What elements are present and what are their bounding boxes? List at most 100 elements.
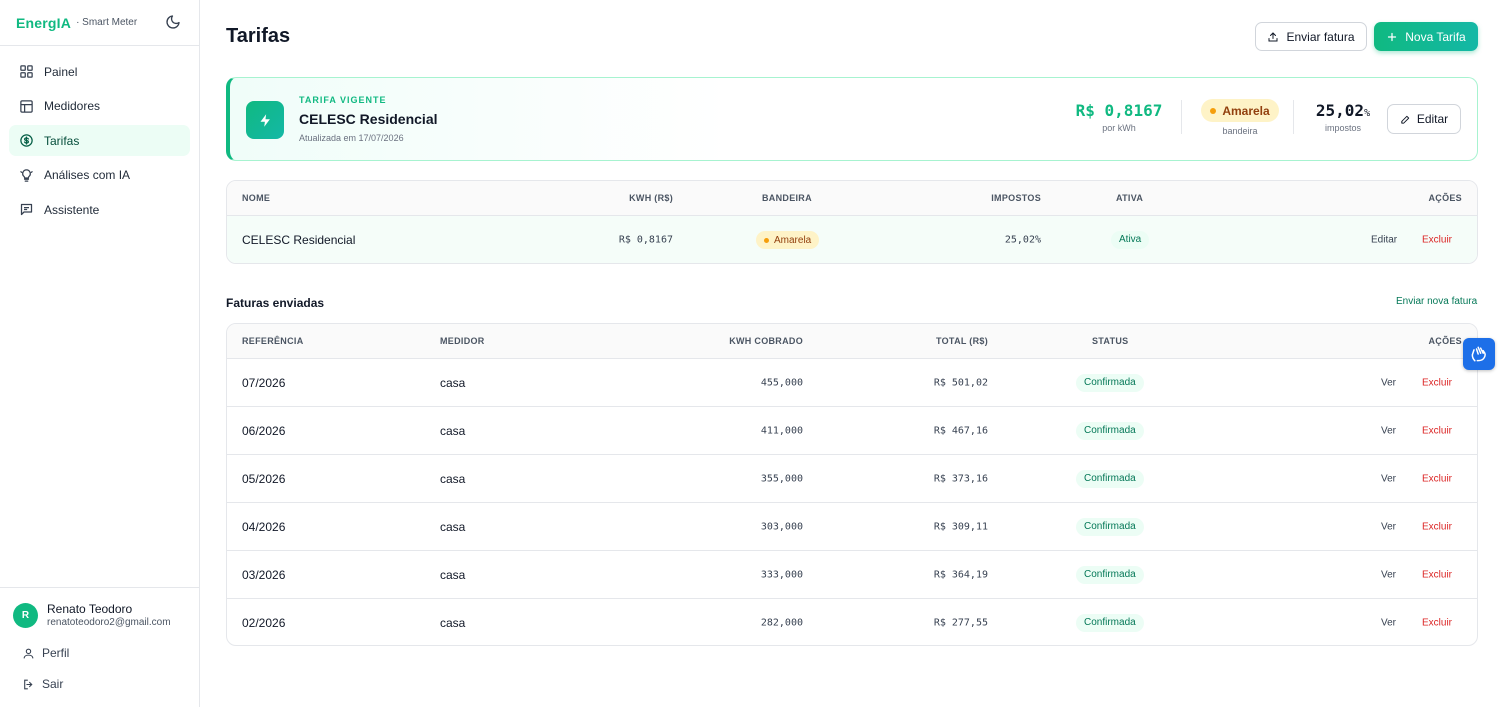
status-badge: Confirmada [1076,517,1144,536]
sidebar-item-label: Assistente [44,202,100,217]
logout-icon [24,679,33,689]
table-row: 03/2026 casa 333,000 R$ 364,19 Confirmada Ver… [227,551,1477,599]
delete-link[interactable]: Excluir [1422,235,1452,246]
invoice-kwh: 303,000 [760,521,803,532]
profile-link[interactable]: Perfil [22,646,69,660]
table-row: 06/2026 casa 411,000 R$ 467,16 Confirmada Ver… [227,407,1477,455]
invoice-ref: 03/2026 [242,567,286,582]
col-actions: AÇÕES [1428,336,1462,346]
current-tariff-name: CELESC Residencial [299,111,438,127]
flag-value: Amarela [1222,103,1270,118]
col-name: NOME [242,193,271,203]
tariffs-table: NOME KWH (R$) BANDEIRA IMPOSTOS ATIVA AÇ… [226,180,1478,264]
view-link[interactable]: Ver [1381,618,1396,629]
sidebar-item-label: Análises com IA [44,168,131,182]
user-block: R Renato Teodoro renatoteodoro2@gmail.co… [0,587,199,707]
delete-link[interactable]: Excluir [1422,425,1452,436]
flag-caption: bandeira [1222,126,1258,136]
flag-badge: Amarela [756,231,820,249]
view-link[interactable]: Ver [1381,521,1396,532]
bolt-badge [246,101,284,139]
invoice-meter: casa [440,519,466,534]
upload-icon [1268,31,1278,41]
avatar[interactable]: R [13,603,38,628]
view-link[interactable]: Ver [1381,569,1396,580]
flag-stat: Amarela bandeira [1195,99,1285,136]
taxes-stat: 25,02% impostos [1308,101,1378,133]
invoice-ref: 07/2026 [242,375,286,390]
delete-link[interactable]: Excluir [1422,473,1452,484]
taxes-caption: impostos [1324,123,1361,133]
divider [1181,100,1182,134]
status-badge: Confirmada [1076,614,1144,632]
delete-link[interactable]: Excluir [1422,618,1452,629]
price-stat: R$ 0,8167 por kWh [1069,101,1169,133]
invoice-ref: 05/2026 [242,471,286,486]
sign-language-icon [1471,346,1486,362]
invoice-rows: 07/2026 casa 455,000 R$ 501,02 Confirmada Ver… [227,359,1477,645]
new-tariff-button[interactable]: Nova Tarifa [1374,22,1478,51]
current-tariff-label: TARIFA VIGENTE [299,95,387,105]
upload-invoice-label: Enviar fatura [1286,29,1355,44]
sidebar-item-analises[interactable]: Análises com IA [9,160,190,191]
col-active: ATIVA [1116,193,1144,203]
status-badge: Confirmada [1076,565,1144,584]
invoice-ref: 04/2026 [242,519,286,534]
sidebar-item-label: Medidores [44,99,101,113]
view-link[interactable]: Ver [1381,425,1396,436]
user-email: renatoteodoro2@gmail.com [47,617,171,628]
logout-label: Sair [42,677,64,691]
sidebar-item-tarifas[interactable]: Tarifas [9,125,190,156]
accessibility-button[interactable] [1463,338,1495,370]
table-row: 02/2026 casa 282,000 R$ 277,55 Confirmada Ver… [227,599,1477,645]
upload-invoice-button[interactable]: Enviar fatura [1255,22,1367,51]
flag-dot-icon [1210,107,1217,114]
tariff-taxes: 25,02% [1004,234,1041,246]
invoices-table: REFERÊNCIA MEDIDOR KWH COBRADO TOTAL (R$… [226,323,1478,646]
status-badge: Confirmada [1076,469,1144,488]
flag-dot-icon [764,237,769,243]
taxes-value: 25,02 [1315,101,1365,120]
sidebar-item-painel[interactable]: Painel [9,56,190,87]
tariff-name: CELESC Residencial [242,233,356,247]
send-invoice-link[interactable]: Enviar nova fatura [1396,296,1477,307]
invoice-ref: 02/2026 [242,616,286,630]
invoices-title: Faturas enviadas [226,296,325,310]
status-badge: Confirmada [1076,373,1144,392]
invoice-total: R$ 467,16 [933,425,988,436]
invoice-meter: casa [440,567,466,582]
current-tariff-card: TARIFA VIGENTE CELESC Residencial Atuali… [226,77,1478,161]
edit-tariff-label: Editar [1416,112,1449,126]
invoice-ref: 06/2026 [242,423,286,438]
table-row: 04/2026 casa 303,000 R$ 309,11 Confirmada Ver… [227,503,1477,551]
status-badge: Confirmada [1076,421,1144,440]
delete-link[interactable]: Excluir [1422,377,1452,388]
grid-icon [20,65,33,78]
edit-link[interactable]: Editar [1371,235,1397,246]
view-link[interactable]: Ver [1381,377,1396,388]
invoice-meter: casa [440,471,466,486]
col-ref: REFERÊNCIA [242,336,304,346]
taxes-unit: % [1364,108,1371,119]
col-taxes: IMPOSTOS [991,193,1041,203]
logout-link[interactable]: Sair [22,677,63,691]
lightbulb-icon [19,168,34,182]
edit-tariff-button[interactable]: Editar [1387,104,1461,134]
invoice-total: R$ 364,19 [933,569,988,580]
delete-link[interactable]: Excluir [1422,569,1452,580]
delete-link[interactable]: Excluir [1422,521,1452,532]
moon-icon[interactable] [165,14,181,30]
sidebar-item-label: Painel [44,64,78,79]
view-link[interactable]: Ver [1381,473,1396,484]
col-kwh: KWH COBRADO [729,336,803,346]
sidebar-item-medidores[interactable]: Medidores [9,91,190,122]
invoice-kwh: 455,000 [760,377,803,388]
table-row: 05/2026 casa 355,000 R$ 373,16 Confirmada Ver… [227,455,1477,503]
invoice-total: R$ 373,16 [933,473,988,484]
brand-subtitle: · Smart Meter [76,17,138,28]
sidebar-item-assistente[interactable]: Assistente [9,194,190,225]
table-icon [20,99,33,113]
page-title: Tarifas [226,25,291,47]
user-icon [23,648,34,658]
invoice-kwh: 411,000 [760,425,803,436]
